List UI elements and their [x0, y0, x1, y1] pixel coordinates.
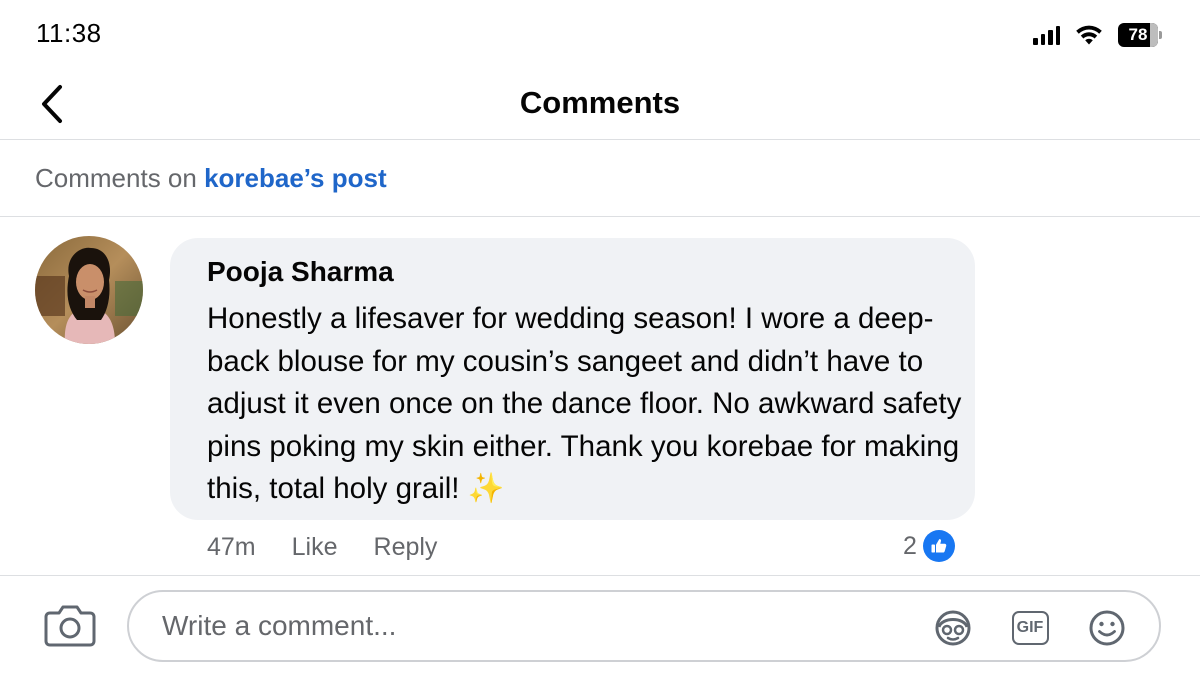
comment-author[interactable]: Pooja Sharma [207, 256, 394, 288]
reaction-count: 2 [903, 531, 917, 560]
post-context-bar: Comments on korebae’s post [0, 141, 1200, 217]
comment-actions: 47m Like Reply [207, 533, 437, 567]
commenter-avatar[interactable] [35, 236, 143, 344]
battery-icon: 78 [1118, 23, 1162, 47]
thumbs-up-icon [922, 530, 955, 562]
smiley-icon [1089, 610, 1125, 646]
camera-icon [44, 605, 96, 647]
status-icons: 78 [1033, 20, 1162, 50]
cellular-signal-icon [1033, 25, 1060, 45]
comment-composer-bar: GIF [0, 575, 1200, 675]
wifi-icon [1076, 25, 1102, 45]
reaction-summary[interactable]: 2 [903, 530, 955, 562]
avatar-photo [35, 236, 143, 344]
comment-bubble[interactable]: Pooja Sharma Honestly a lifesaver for we… [170, 238, 975, 520]
post-context-prefix: Comments on [35, 163, 197, 193]
page-title: Comments [519, 85, 681, 120]
comment-timestamp: 47m [207, 533, 256, 561]
comments-screen: 11:38 78 Comments Comments on korebae’s … [0, 0, 1200, 675]
gif-icon: GIF [1011, 611, 1049, 645]
post-link[interactable]: korebae’s post [204, 163, 387, 193]
battery-level: 78 [1128, 25, 1148, 44]
like-button[interactable]: Like [292, 533, 338, 567]
status-time: 11:38 [36, 18, 102, 48]
avatar-sticker-button[interactable] [934, 609, 972, 647]
emoji-button[interactable] [1088, 609, 1126, 647]
reply-button[interactable]: Reply [374, 533, 438, 567]
avatar-sticker-icon [935, 610, 971, 646]
comment-input-container[interactable]: GIF [127, 590, 1161, 662]
gif-button[interactable]: GIF [1011, 609, 1049, 647]
comment-input[interactable] [162, 606, 882, 646]
post-context-text: Comments on korebae’s post [35, 163, 387, 194]
comment-text: Honestly a lifesaver for wedding season!… [207, 302, 962, 505]
nav-header: Comments [0, 70, 1200, 140]
status-bar: 11:38 78 [0, 0, 1200, 70]
camera-button[interactable] [44, 603, 96, 647]
